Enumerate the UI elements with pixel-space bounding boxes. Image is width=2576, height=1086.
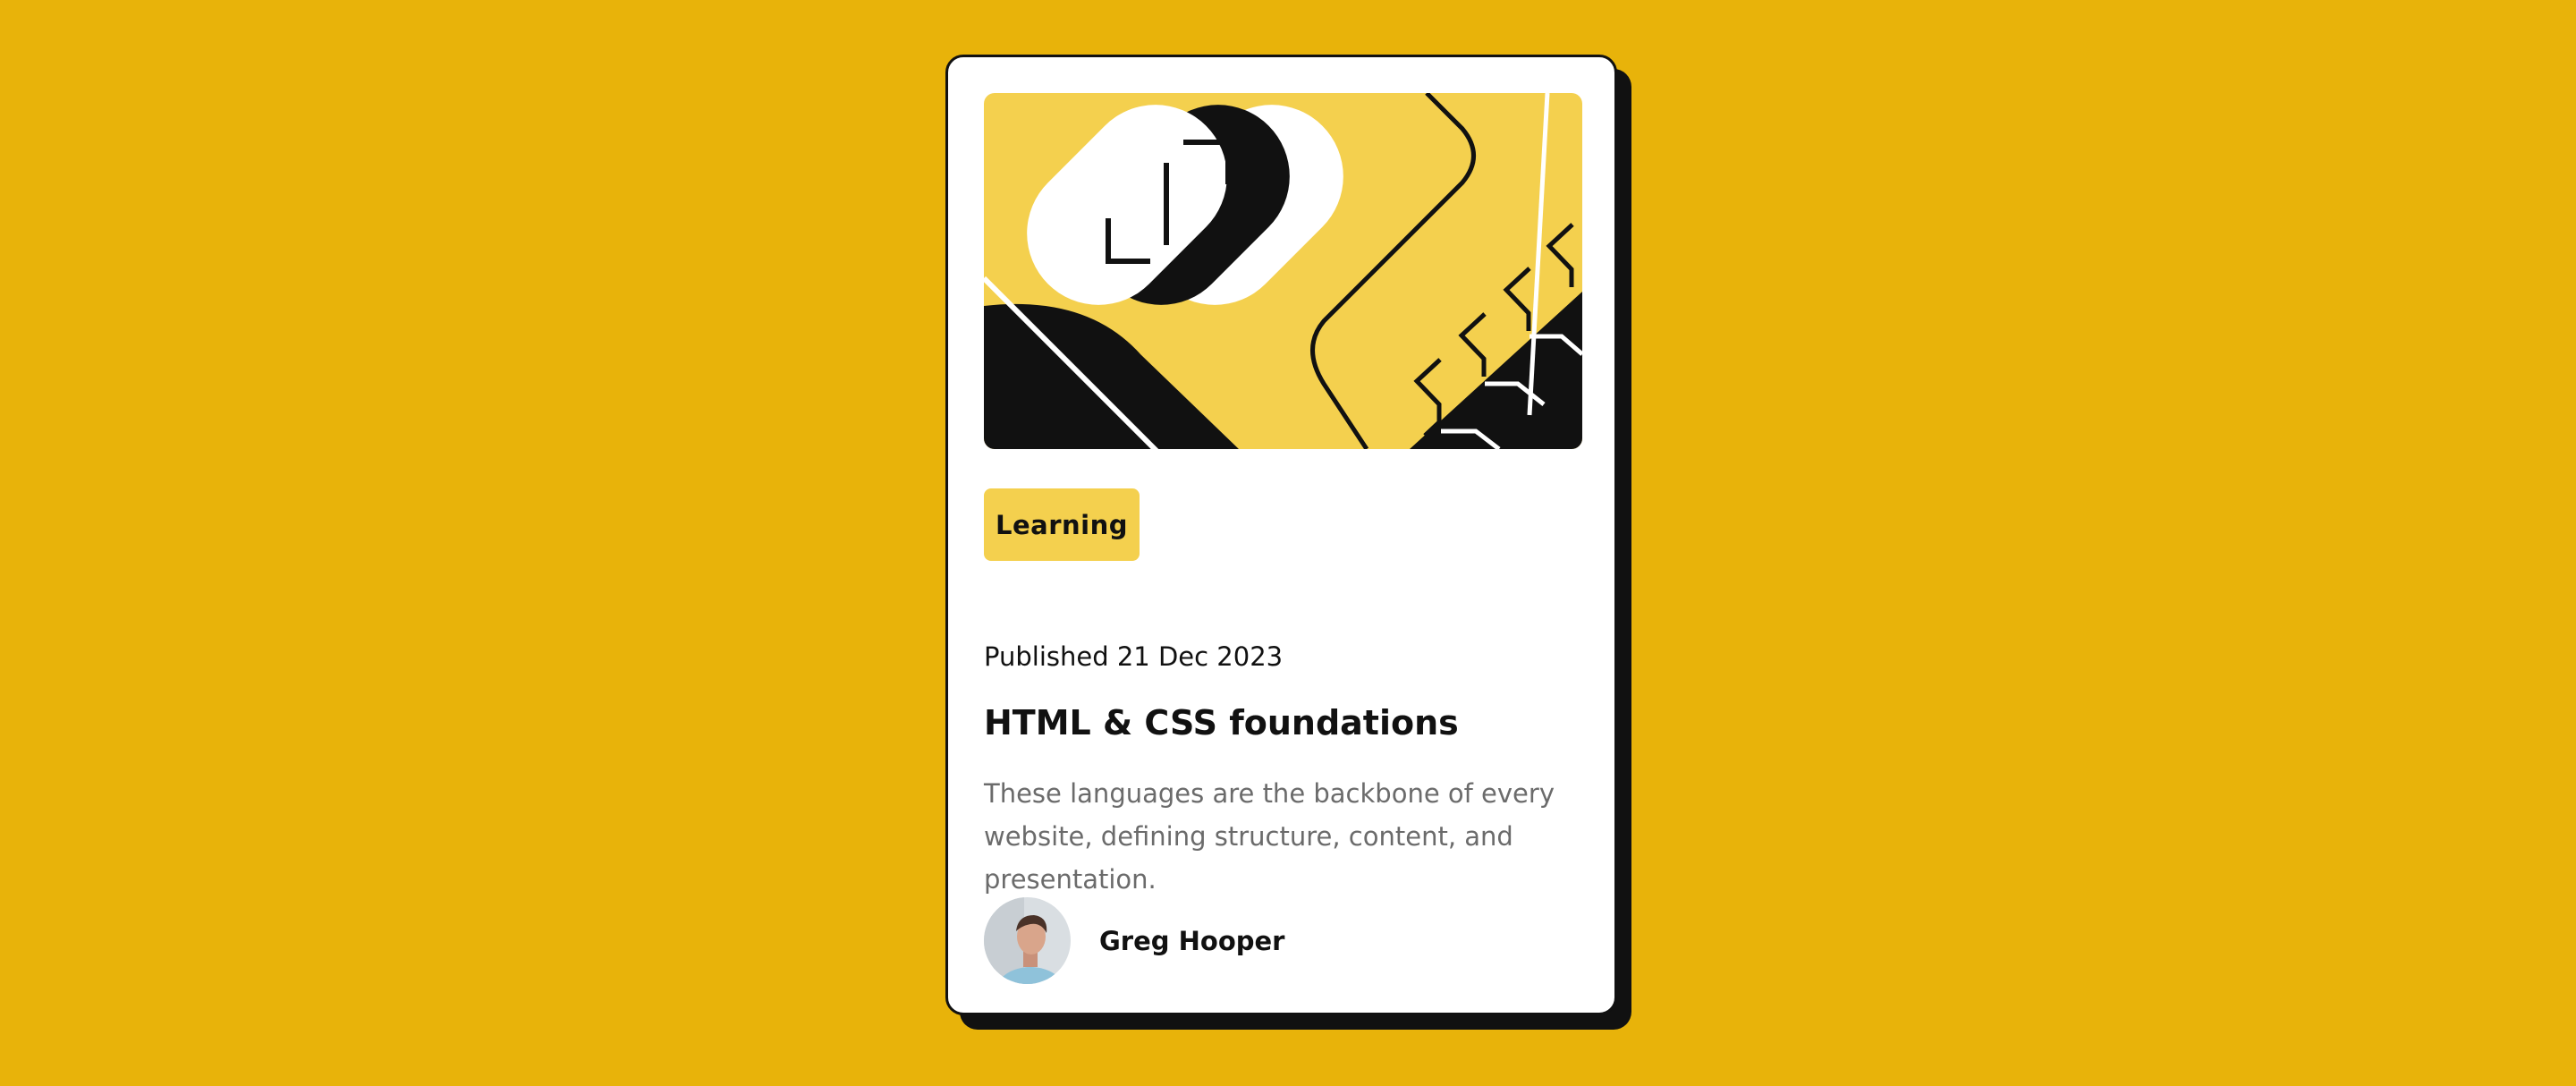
category-tag: Learning [984,488,1140,561]
author-name: Greg Hooper [1099,925,1285,956]
author-info: Greg Hooper [984,897,1284,984]
publish-date: Published 21 Dec 2023 [984,641,1284,672]
card-title[interactable]: HTML & CSS foundations [984,700,1459,746]
hero-illustration [984,93,1582,449]
blog-preview-card[interactable]: Learning Published 21 Dec 2023 HTML & CS… [945,55,1617,1015]
author-avatar [984,897,1071,984]
card-description: These languages are the backbone of ever… [984,778,1555,895]
